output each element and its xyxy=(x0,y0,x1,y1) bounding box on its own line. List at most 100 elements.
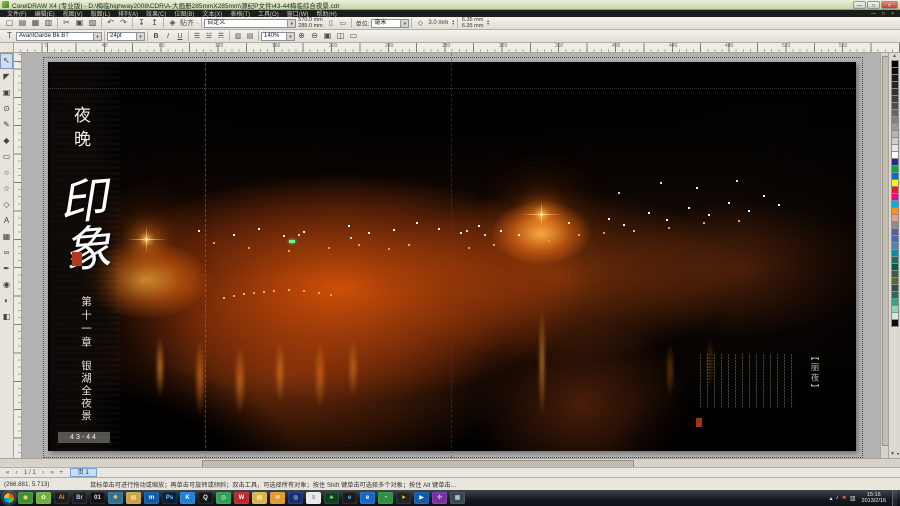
page-size-preset-combo[interactable]: 自定义▾ xyxy=(204,19,296,28)
font-family-combo[interactable]: AvantGarde Bk BT▾ xyxy=(16,32,102,41)
pick-tool-button[interactable]: ↖ xyxy=(0,53,13,69)
open-icon[interactable]: ▤ xyxy=(16,17,29,29)
nudge-offset-field[interactable]: 3.0 mm xyxy=(426,20,450,26)
fill-tool-button[interactable]: ◐ xyxy=(0,293,13,309)
taskbar-app-icon[interactable]: 01 xyxy=(90,492,105,504)
taskbar-app-icon[interactable]: ◉ xyxy=(18,492,33,504)
paste-icon[interactable]: ▨ xyxy=(86,17,99,29)
duplicate-spinner[interactable]: ▲▼ xyxy=(486,20,489,26)
doc-minimize-button[interactable]: — xyxy=(868,11,879,17)
taskbar-app-icon[interactable]: ✣ xyxy=(432,492,447,504)
taskbar-app-icon[interactable]: ▤ xyxy=(252,492,267,504)
taskbar-app-icon[interactable]: ▦ xyxy=(450,492,465,504)
taskbar-app-icon[interactable]: Br xyxy=(72,492,87,504)
doc-close-button[interactable]: × xyxy=(888,11,897,17)
page-dimensions[interactable]: 570.0 mm 285.0 mm xyxy=(296,17,324,29)
rectangle-tool-button[interactable]: ▭ xyxy=(0,149,13,165)
minimize-button[interactable]: — xyxy=(853,1,866,9)
interactive-fill-tool-button[interactable]: ◧ xyxy=(0,309,13,325)
text-align-icon[interactable]: ☱ xyxy=(203,31,215,42)
blend-tool-button[interactable]: ∞ xyxy=(0,245,13,261)
landscape-icon[interactable]: ▭ xyxy=(337,18,349,29)
zoom-tool-icon[interactable]: ◫ xyxy=(334,30,347,42)
portrait-icon[interactable]: ▯ xyxy=(325,18,337,29)
italic-button[interactable]: I xyxy=(162,31,174,42)
text-tool-button[interactable]: A xyxy=(0,213,13,229)
add-page-icon[interactable]: + xyxy=(57,469,66,476)
ellipse-tool-button[interactable]: ○ xyxy=(0,165,13,181)
zoom-tool-icon[interactable]: ▣ xyxy=(321,30,334,42)
taskbar-app-icon[interactable]: ✉ xyxy=(270,492,285,504)
outline-tool-button[interactable]: ◉ xyxy=(0,277,13,293)
basic-shapes-tool-button[interactable]: ◇ xyxy=(0,197,13,213)
polygon-tool-button[interactable]: ☆ xyxy=(0,181,13,197)
taskbar-app-icon[interactable]: ≡ xyxy=(306,492,321,504)
taskbar-app-icon[interactable]: ✿ xyxy=(36,492,51,504)
taskbar-app-icon[interactable]: e xyxy=(342,492,357,504)
text-align-icon[interactable]: ☰ xyxy=(191,31,203,42)
crop-tool-button[interactable]: ▣ xyxy=(0,85,13,101)
doc-restore-button[interactable]: □ xyxy=(879,11,888,17)
tray-icon[interactable]: ⚑ xyxy=(841,495,846,502)
undo-icon[interactable]: ↶ xyxy=(104,17,117,29)
eyedropper-tool-button[interactable]: ✒ xyxy=(0,261,13,277)
tray-icon[interactable]: ▴ xyxy=(829,495,832,502)
maximize-button[interactable]: □ xyxy=(867,1,880,9)
taskbar-app-icon[interactable]: e xyxy=(360,492,375,504)
zoom-tool-icon[interactable]: ⊕ xyxy=(295,30,308,42)
photo-night-scene[interactable]: 夜晚 印象 第十一章 银湖全夜景 43-44 【丽夜】 xyxy=(48,62,856,451)
taskbar-app-icon[interactable]: ❖ xyxy=(108,492,123,504)
horizontal-scrollbar[interactable] xyxy=(0,458,900,467)
taskbar-app-icon[interactable]: ▤ xyxy=(126,492,141,504)
chevron-down-icon[interactable]: ▾ xyxy=(286,33,294,40)
palette-scroll-down-icon[interactable]: ▼ xyxy=(890,451,895,457)
freehand-tool-button[interactable]: ✎ xyxy=(0,117,13,133)
taskbar-app-icon[interactable]: Q xyxy=(198,492,213,504)
copy-icon[interactable]: ▣ xyxy=(73,17,86,29)
new-icon[interactable]: ▢ xyxy=(3,17,16,29)
next-page-icon[interactable]: › xyxy=(39,469,48,476)
chevron-down-icon[interactable]: ▾ xyxy=(400,20,408,27)
taskbar-app-icon[interactable]: Ps xyxy=(162,492,177,504)
page-tab[interactable]: 页 1 xyxy=(70,468,97,477)
zoom-tool-button[interactable]: ⊙ xyxy=(0,101,13,117)
print-icon[interactable]: ▥ xyxy=(42,17,55,29)
shape-tool-button[interactable]: ◤ xyxy=(0,69,13,85)
chevron-down-icon[interactable]: ▾ xyxy=(287,20,295,27)
taskbar-app-icon[interactable]: ♣ xyxy=(324,492,339,504)
palette-flyout-icon[interactable]: ◂ xyxy=(896,451,899,457)
chevron-down-icon[interactable]: ▾ xyxy=(136,33,144,40)
last-page-icon[interactable]: » xyxy=(48,469,57,476)
taskbar-app-icon[interactable]: ◎ xyxy=(216,492,231,504)
app-launcher-icon[interactable]: ◈ xyxy=(166,17,179,29)
save-icon[interactable]: ▦ xyxy=(29,17,42,29)
taskbar-app-icon[interactable]: K xyxy=(180,492,195,504)
prev-page-icon[interactable]: ‹ xyxy=(12,469,21,476)
vertical-scrollbar[interactable] xyxy=(880,53,888,458)
palette-scroll-up-icon[interactable]: ▲ xyxy=(889,53,900,60)
table-tool-button[interactable]: ▦ xyxy=(0,229,13,245)
chevron-down-icon[interactable]: ▾ xyxy=(93,33,101,40)
zoom-level-combo[interactable]: 140%▾ xyxy=(261,32,295,41)
tray-icon[interactable]: ♪ xyxy=(835,495,838,501)
taskbar-app-icon[interactable]: ➤ xyxy=(396,492,411,504)
tray-icon[interactable]: ▥ xyxy=(850,495,856,502)
bold-button[interactable]: B xyxy=(150,31,162,42)
units-combo[interactable]: 毫米▾ xyxy=(371,19,409,28)
zoom-tool-icon[interactable]: ⊖ xyxy=(308,30,321,42)
duplicate-distance-fields[interactable]: 6.35 mm 6.35 mm xyxy=(460,17,485,29)
taskbar-app-icon[interactable]: m xyxy=(144,492,159,504)
show-desktop-button[interactable] xyxy=(892,490,897,506)
cut-icon[interactable]: ✂ xyxy=(60,17,73,29)
smart-fill-tool-button[interactable]: ◆ xyxy=(0,133,13,149)
font-size-combo[interactable]: 24pt▾ xyxy=(107,32,145,41)
taskbar-app-icon[interactable]: ▶ xyxy=(414,492,429,504)
taskbar-app-icon[interactable]: Ai xyxy=(54,492,69,504)
import-icon[interactable]: ↧ xyxy=(135,17,148,29)
columns-icon[interactable]: ▤ xyxy=(244,31,256,42)
underline-button[interactable]: U xyxy=(174,31,186,42)
taskbar-clock[interactable]: 15:16 2013/2/16 xyxy=(859,492,889,505)
first-page-icon[interactable]: « xyxy=(3,469,12,476)
columns-icon[interactable]: ▥ xyxy=(232,31,244,42)
taskbar-app-icon[interactable]: ◔ xyxy=(378,492,393,504)
